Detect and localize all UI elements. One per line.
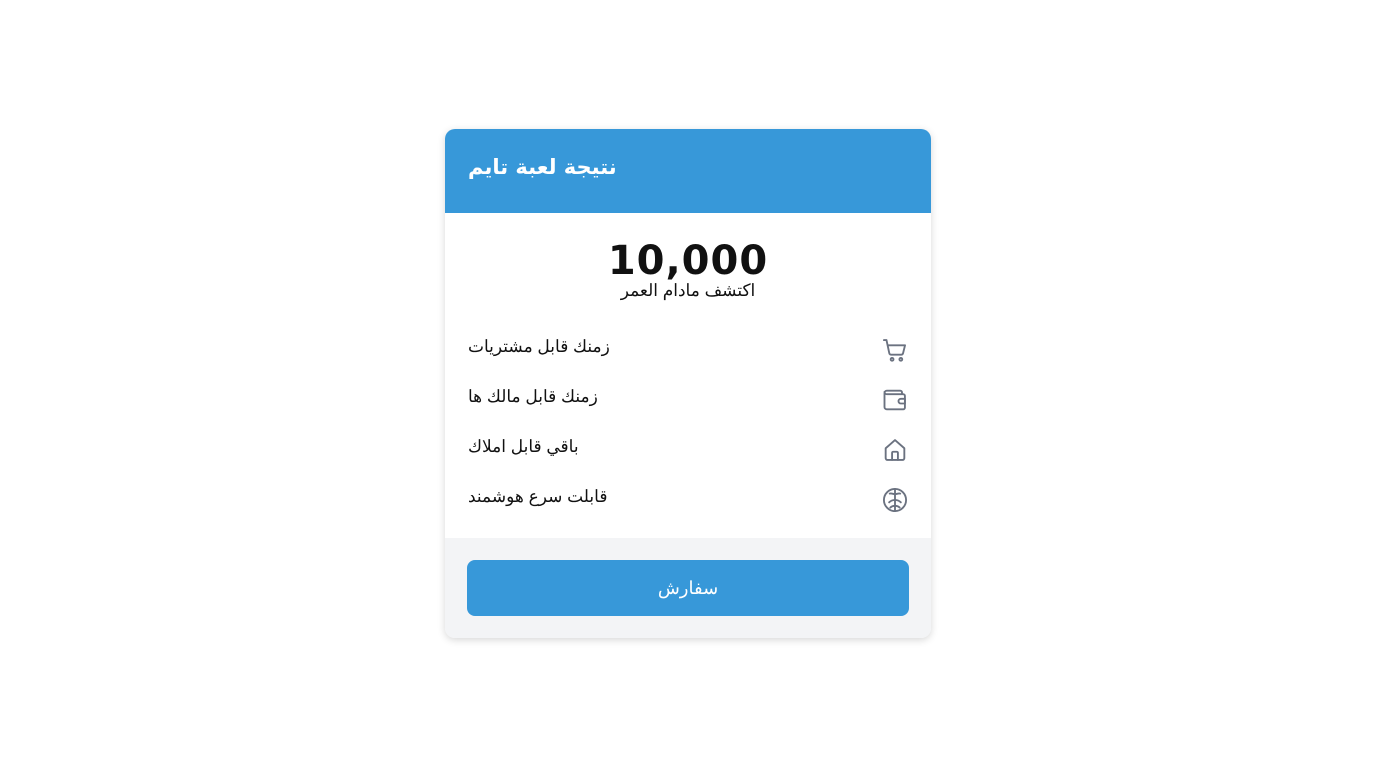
card-header: نتيجة لعبة تايم xyxy=(445,129,931,213)
card-title: نتيجة لعبة تايم xyxy=(468,155,617,179)
feature-row-smart: قابلت سرع هوشمند xyxy=(445,475,931,525)
feature-row-wallet: زمنك قابل مالك ها xyxy=(445,375,931,425)
feature-list: زمنك قابل مشتريات زمنك قابل مالك ها باقي… xyxy=(445,325,931,525)
shopping-cart-icon xyxy=(881,336,909,364)
score-value: 10,000 xyxy=(607,238,769,284)
brain-icon xyxy=(881,486,909,514)
card-footer: سفارش xyxy=(445,538,931,638)
score-block: 10,000 اكتشف مادام العمر xyxy=(445,213,931,301)
feature-row-property: باقي قابل املاك xyxy=(445,425,931,475)
home-icon xyxy=(881,436,909,464)
feature-label: زمنك قابل مالك ها xyxy=(468,387,598,406)
feature-row-purchases: زمنك قابل مشتريات xyxy=(445,325,931,375)
feature-label: زمنك قابل مشتريات xyxy=(468,337,610,356)
order-button[interactable]: سفارش xyxy=(467,560,909,616)
feature-label: قابلت سرع هوشمند xyxy=(468,487,608,506)
wallet-icon xyxy=(881,386,909,414)
feature-label: باقي قابل املاك xyxy=(468,437,579,456)
result-card: نتيجة لعبة تايم 10,000 اكتشف مادام العمر… xyxy=(445,129,931,638)
score-subtitle: اكتشف مادام العمر xyxy=(620,281,756,300)
